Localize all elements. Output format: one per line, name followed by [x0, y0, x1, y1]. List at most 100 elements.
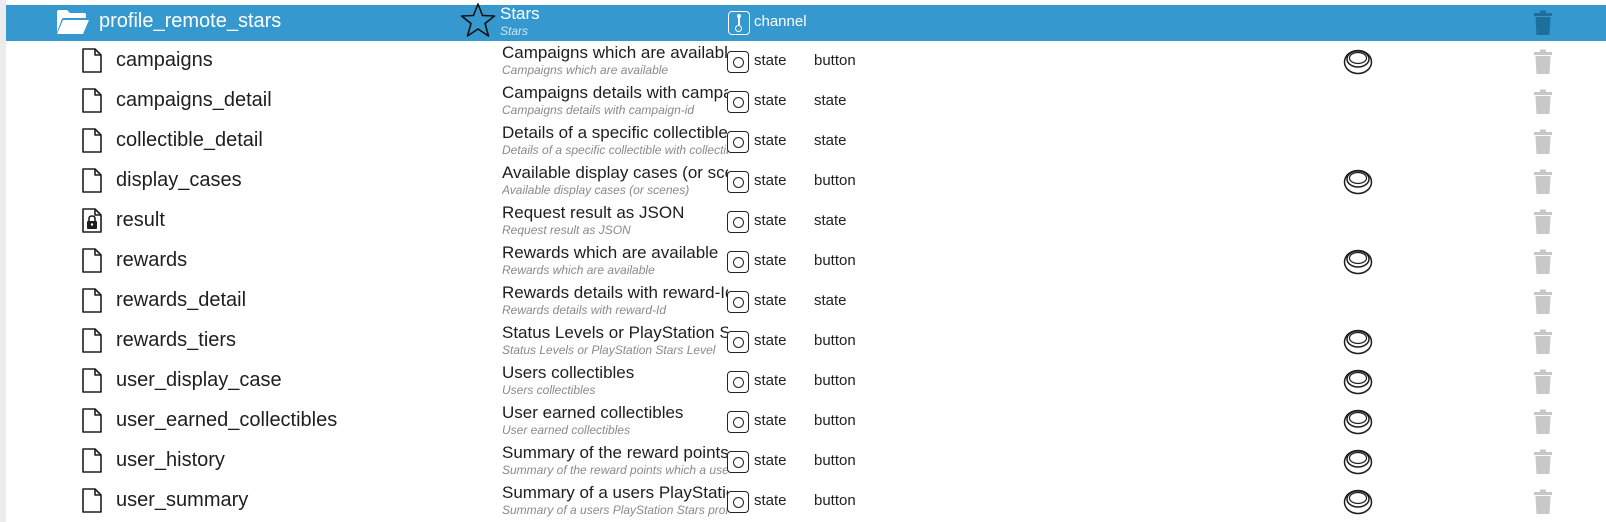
state-row-user-display-case[interactable]: user_display_case Users collectibles Use…: [6, 361, 1606, 401]
push-button-icon[interactable]: [1343, 247, 1373, 275]
folder-description: Stars Stars: [500, 4, 726, 39]
state-desc-sub: Campaigns which are available: [502, 63, 669, 77]
file-icon: [82, 368, 102, 393]
delete-icon[interactable]: [1532, 10, 1554, 36]
state-role: state: [754, 172, 787, 189]
push-button-icon[interactable]: [1343, 327, 1373, 355]
state-name: user_summary: [116, 489, 249, 511]
state-description: Summary of a users PlayStation Stars pro…: [502, 483, 728, 518]
folder-row[interactable]: profile_remote_stars Stars Stars channel: [6, 3, 1606, 41]
state-role-icon: [727, 171, 749, 193]
state-role: state: [754, 212, 787, 229]
state-desc-sub: Available display cases (or scenes): [502, 183, 690, 197]
state-type: state: [814, 292, 847, 309]
file-icon: [82, 168, 102, 193]
state-type: button: [814, 172, 856, 189]
state-row-campaigns[interactable]: campaigns Campaigns which are available …: [6, 41, 1606, 81]
state-role-icon: [727, 131, 749, 153]
state-role: state: [754, 412, 787, 429]
file-icon: [82, 408, 102, 433]
state-role-icon: [727, 371, 749, 393]
state-type: button: [814, 252, 856, 269]
delete-icon[interactable]: [1532, 289, 1554, 315]
star-icon: [460, 3, 496, 37]
state-name: campaigns: [116, 49, 213, 71]
push-button-icon[interactable]: [1343, 367, 1373, 395]
state-desc-main: Users collectibles: [502, 363, 635, 382]
state-row-display-cases[interactable]: display_cases Available display cases (o…: [6, 161, 1606, 201]
state-row-rewards-tiers[interactable]: rewards_tiers Status Levels or PlayStati…: [6, 321, 1606, 361]
state-description: Campaigns which are available Campaigns …: [502, 43, 728, 78]
delete-icon[interactable]: [1532, 49, 1554, 75]
channel-icon: [728, 11, 750, 35]
state-desc-sub: User earned collectibles: [502, 423, 631, 437]
state-name: rewards_tiers: [116, 329, 237, 351]
delete-icon[interactable]: [1532, 409, 1554, 435]
state-role: state: [754, 292, 787, 309]
state-row-user-earned-collectibles[interactable]: user_earned_collectibles User earned col…: [6, 401, 1606, 441]
state-role: state: [754, 492, 787, 509]
state-role: state: [754, 132, 787, 149]
state-row-result[interactable]: result Request result as JSON Request re…: [6, 201, 1606, 241]
push-button-icon[interactable]: [1343, 167, 1373, 195]
state-description: Details of a specific collectible Detail…: [502, 123, 728, 158]
delete-icon[interactable]: [1532, 249, 1554, 275]
push-button-icon[interactable]: [1343, 447, 1373, 475]
state-role: state: [754, 92, 787, 109]
folder-role: channel: [754, 13, 807, 30]
state-type: state: [814, 212, 847, 229]
state-row-campaigns-detail[interactable]: campaigns_detail Campaigns details with …: [6, 81, 1606, 121]
state-role: state: [754, 52, 787, 69]
state-desc-sub: Users collectibles: [502, 383, 596, 397]
state-description: Rewards details with reward-Id Rewards d…: [502, 283, 728, 318]
state-row-user-summary[interactable]: user_summary Summary of a users PlayStat…: [6, 481, 1606, 521]
push-button-icon[interactable]: [1343, 47, 1373, 75]
state-row-user-history[interactable]: user_history Summary of the reward point…: [6, 441, 1606, 481]
state-description: Rewards which are available Rewards whic…: [502, 243, 728, 278]
state-description: User earned collectibles User earned col…: [502, 403, 728, 438]
folder-open-icon: [57, 10, 89, 34]
state-desc-main: Status Levels or PlayStation Stars Level: [502, 323, 728, 342]
state-role: state: [754, 252, 787, 269]
delete-icon[interactable]: [1532, 489, 1554, 515]
push-button-icon[interactable]: [1343, 407, 1373, 435]
delete-icon[interactable]: [1532, 89, 1554, 115]
state-name: user_history: [116, 449, 225, 471]
delete-icon[interactable]: [1532, 329, 1554, 355]
state-name: campaigns_detail: [116, 89, 272, 111]
state-desc-sub: Rewards details with reward-Id: [502, 303, 667, 317]
file-icon: [82, 328, 102, 353]
state-description: Campaigns details with campaign-id Campa…: [502, 83, 728, 118]
state-type: state: [814, 92, 847, 109]
state-type: button: [814, 52, 856, 69]
delete-icon[interactable]: [1532, 209, 1554, 235]
state-description: Summary of the reward points which a use…: [502, 443, 728, 478]
state-role-icon: [727, 411, 749, 433]
state-role: state: [754, 372, 787, 389]
state-role-icon: [727, 91, 749, 113]
object-tree: profile_remote_stars Stars Stars channel: [6, 3, 1606, 521]
delete-icon[interactable]: [1532, 169, 1554, 195]
state-name: collectible_detail: [116, 129, 263, 151]
delete-icon[interactable]: [1532, 449, 1554, 475]
state-row-collectible-detail[interactable]: collectible_detail Details of a specific…: [6, 121, 1606, 161]
file-icon: [82, 248, 102, 273]
state-name: user_earned_collectibles: [116, 409, 338, 431]
state-row-rewards[interactable]: rewards Rewards which are available Rewa…: [6, 241, 1606, 281]
delete-icon[interactable]: [1532, 129, 1554, 155]
file-icon: [82, 128, 102, 153]
delete-icon[interactable]: [1532, 369, 1554, 395]
state-type: button: [814, 332, 856, 349]
state-role: state: [754, 332, 787, 349]
state-role-icon: [727, 211, 749, 233]
state-description: Users collectibles Users collectibles: [502, 363, 728, 398]
state-role-icon: [727, 331, 749, 353]
state-type: button: [814, 372, 856, 389]
state-desc-sub: Details of a specific collectible with c…: [502, 143, 728, 157]
state-description: Available display cases (or scenes) Avai…: [502, 163, 728, 198]
state-role: state: [754, 452, 787, 469]
state-row-rewards-detail[interactable]: rewards_detail Rewards details with rewa…: [6, 281, 1606, 321]
push-button-icon[interactable]: [1343, 487, 1373, 515]
state-desc-main: Rewards which are available: [502, 243, 719, 262]
file-icon: [82, 48, 102, 73]
